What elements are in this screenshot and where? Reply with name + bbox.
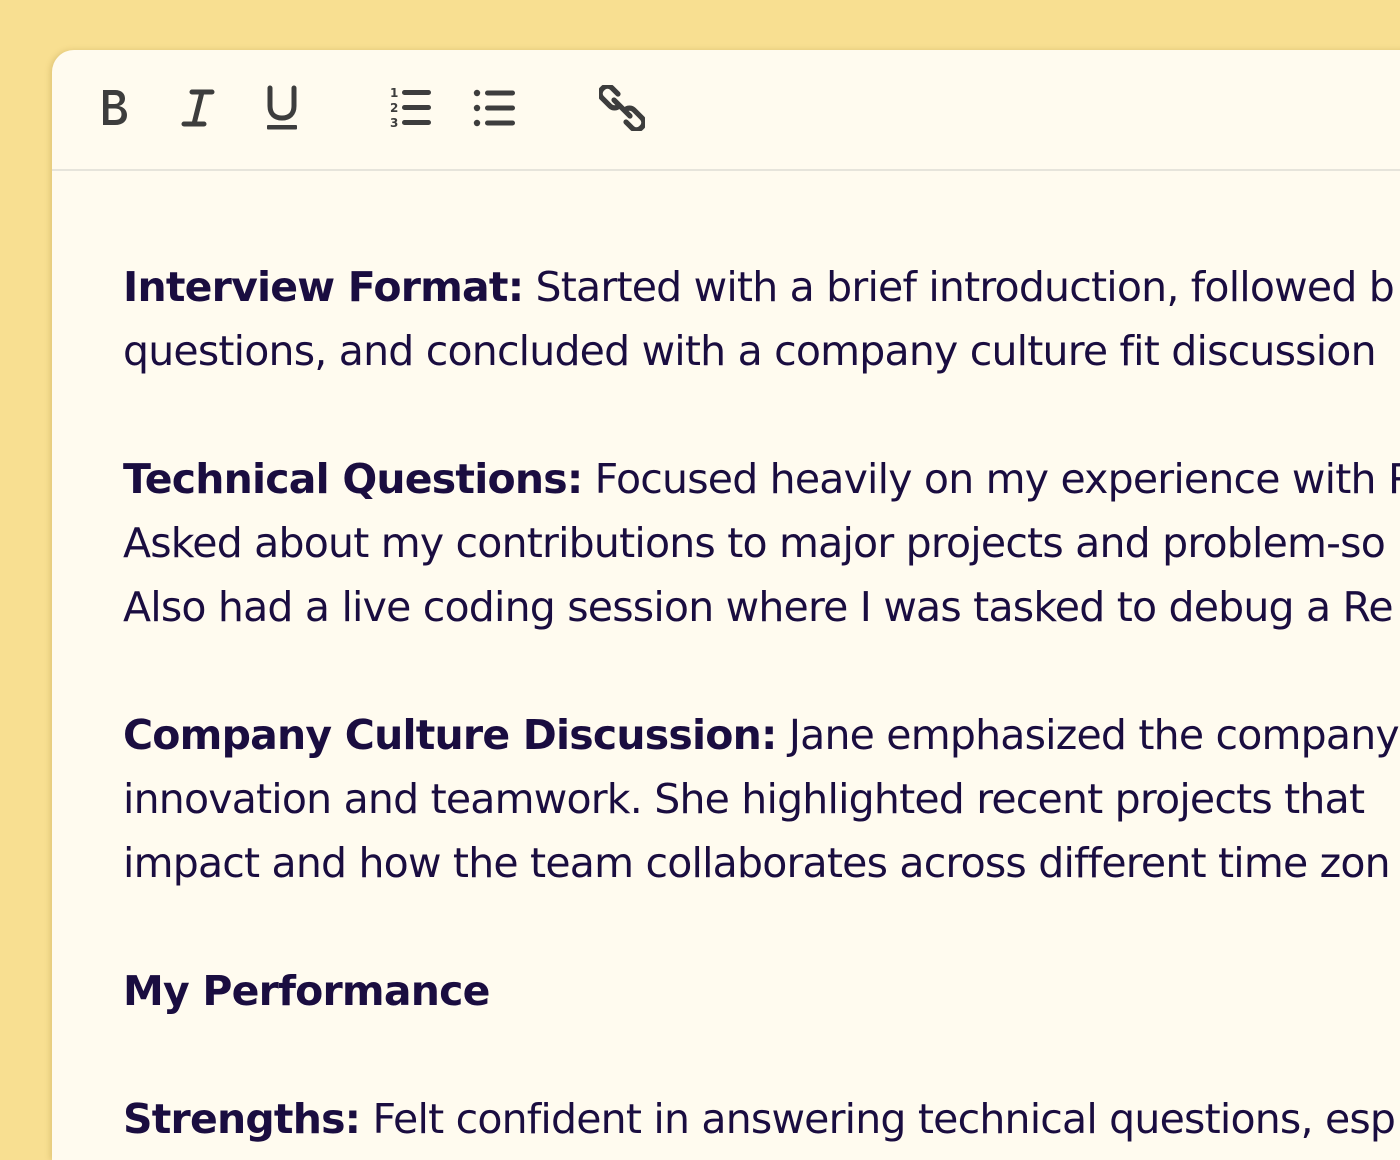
heading-my-performance: My Performance [123,967,490,1015]
text-line: questions, and concluded with a company … [123,327,1377,375]
text-line: innovation and teamwork. She highlighted… [123,775,1365,823]
bulleted-list-icon [472,85,518,131]
section-label: Technical Questions: [123,455,583,503]
section-label: Interview Format: [123,263,524,311]
section-label: Company Culture Discussion: [123,711,777,759]
text-line: Also had a live coding session where I w… [123,583,1394,631]
section-text: Focused heavily on my experience with Re [582,455,1400,503]
bold-button[interactable] [90,80,138,136]
underline-icon [262,84,302,132]
bulleted-list-button[interactable] [470,80,520,136]
text-line: Strengths: Felt confident in answering t… [123,1087,1400,1151]
paragraph-interview-format: Interview Format: Started with a brief i… [123,255,1400,383]
paragraph-culture-discussion: Company Culture Discussion: Jane emphasi… [123,703,1400,895]
editor-panel: 1 2 3 Interview Format: Started with a b… [52,50,1400,1160]
section-label: Strengths: [123,1095,361,1143]
section-text: Jane emphasized the company's [776,711,1400,759]
text-line: impact and how the team collaborates acr… [123,839,1391,887]
svg-text:3: 3 [390,116,398,130]
bold-icon [94,86,134,130]
paragraph-strengths: Strengths: Felt confident in answering t… [123,1087,1400,1151]
document-body[interactable]: Interview Format: Started with a brief i… [123,255,1400,1160]
text-line: Interview Format: Started with a brief i… [123,255,1400,319]
text-line: Technical Questions: Focused heavily on … [123,447,1400,511]
paragraph-technical-questions: Technical Questions: Focused heavily on … [123,447,1400,639]
text-line: Company Culture Discussion: Jane emphasi… [123,703,1400,767]
italic-button[interactable] [174,80,222,136]
svg-text:2: 2 [390,101,398,115]
link-button[interactable] [598,80,646,136]
italic-icon [178,86,218,130]
link-icon [599,85,645,131]
numbered-list-button[interactable]: 1 2 3 [386,80,436,136]
svg-text:1: 1 [390,86,398,100]
underline-button[interactable] [256,80,308,136]
formatting-toolbar: 1 2 3 [52,50,1400,171]
numbered-list-icon: 1 2 3 [388,85,434,131]
section-text: Felt confident in answering technical qu… [360,1095,1396,1143]
section-text: Started with a brief introduction, follo… [523,263,1395,311]
text-line: Asked about my contributions to major pr… [123,519,1386,567]
